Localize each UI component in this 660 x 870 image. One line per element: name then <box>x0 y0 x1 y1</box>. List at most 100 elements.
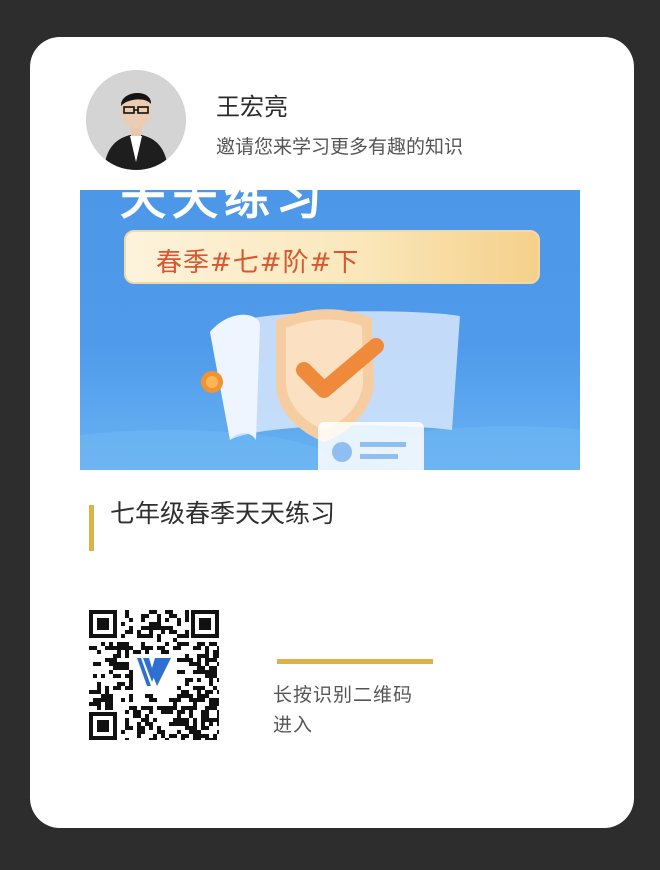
qr-module <box>161 734 165 738</box>
qr-module <box>177 698 181 702</box>
qr-module <box>181 710 185 714</box>
qr-module <box>213 658 217 662</box>
qr-module <box>157 726 161 730</box>
qr-module <box>193 730 197 734</box>
qr-module <box>149 622 153 626</box>
qr-module <box>197 738 201 742</box>
banner-tag: 春季#七#阶#下 <box>124 230 540 284</box>
qr-module <box>105 706 109 710</box>
qr-module <box>169 698 173 702</box>
qr-module <box>89 690 93 694</box>
qr-module <box>145 718 149 722</box>
qr-hint-line1: 长按识别二维码 <box>273 684 414 706</box>
qr-module <box>125 666 129 670</box>
qr-module <box>149 646 153 650</box>
qr-module <box>209 642 213 646</box>
qr-module <box>173 702 177 706</box>
qr-module <box>117 654 121 658</box>
qr-module <box>209 674 213 678</box>
qr-module <box>173 718 177 722</box>
qr-module <box>129 626 133 630</box>
qr-module <box>141 646 145 650</box>
qr-module <box>173 614 177 618</box>
qr-module <box>177 714 181 718</box>
qr-module <box>213 674 217 678</box>
qr-module <box>201 642 205 646</box>
qr-module <box>153 622 157 626</box>
banner-heading: 天天练习 <box>120 190 328 225</box>
qr-module <box>193 718 197 722</box>
avatar-image <box>86 70 186 170</box>
banner-tag-text: 春季#七#阶#下 <box>156 248 360 278</box>
qr-module <box>169 630 173 634</box>
qr-module <box>109 642 113 646</box>
qr-module <box>185 630 189 634</box>
qr-module <box>129 678 133 682</box>
qr-module <box>197 734 201 738</box>
qr-module <box>185 658 189 662</box>
qr-module <box>89 702 93 706</box>
qr-module <box>141 730 145 734</box>
qr-module <box>121 666 125 670</box>
qr-module <box>105 646 109 650</box>
qr-module <box>109 662 113 666</box>
qr-module <box>205 662 209 666</box>
qr-module <box>93 662 97 666</box>
qr-module <box>129 682 133 686</box>
qr-module <box>185 722 189 726</box>
qr-module <box>141 634 145 638</box>
qr-module <box>153 698 157 702</box>
avatar[interactable] <box>86 70 186 170</box>
qr-module <box>185 682 189 686</box>
qr-module <box>93 690 97 694</box>
qr-module <box>193 698 197 702</box>
qr-module <box>185 706 189 710</box>
qr-module <box>97 682 101 686</box>
qr-code[interactable] <box>89 610 221 742</box>
qr-module <box>121 682 125 686</box>
qr-module <box>129 646 133 650</box>
qr-module <box>137 722 141 726</box>
qr-module <box>177 646 181 650</box>
qr-module <box>97 686 101 690</box>
qr-module <box>161 650 165 654</box>
qr-module <box>189 678 193 682</box>
qr-module <box>105 698 109 702</box>
qr-module <box>193 662 197 666</box>
qr-module <box>109 698 113 702</box>
qr-module <box>201 694 205 698</box>
qr-module <box>205 674 209 678</box>
qr-module <box>117 650 121 654</box>
qr-module <box>149 722 153 726</box>
qr-module <box>153 718 157 722</box>
qr-module <box>161 706 165 710</box>
qr-module <box>197 662 201 666</box>
qr-module <box>117 686 121 690</box>
qr-module <box>197 666 201 670</box>
qr-module <box>209 666 213 670</box>
course-banner[interactable]: 天天练习 春季#七#阶#下 <box>80 190 580 470</box>
qr-module <box>145 694 149 698</box>
qr-module <box>197 698 201 702</box>
qr-module <box>97 706 101 710</box>
qr-module <box>177 694 181 698</box>
qr-module <box>213 706 217 710</box>
qr-module <box>157 622 161 626</box>
qr-module <box>205 650 209 654</box>
qr-module <box>217 690 221 694</box>
qr-module <box>181 718 185 722</box>
qr-hint: 长按识别二维码 进入 <box>273 680 473 740</box>
qr-module <box>125 650 129 654</box>
qr-module <box>125 710 129 714</box>
qr-module <box>125 610 129 614</box>
qr-module <box>149 626 153 630</box>
qr-module <box>209 702 213 706</box>
qr-module <box>185 642 189 646</box>
qr-module <box>217 710 221 714</box>
qr-module <box>141 706 145 710</box>
qr-module <box>217 654 221 658</box>
qr-module <box>161 630 165 634</box>
qr-module <box>201 726 205 730</box>
qr-module <box>189 714 193 718</box>
qr-module <box>105 686 109 690</box>
